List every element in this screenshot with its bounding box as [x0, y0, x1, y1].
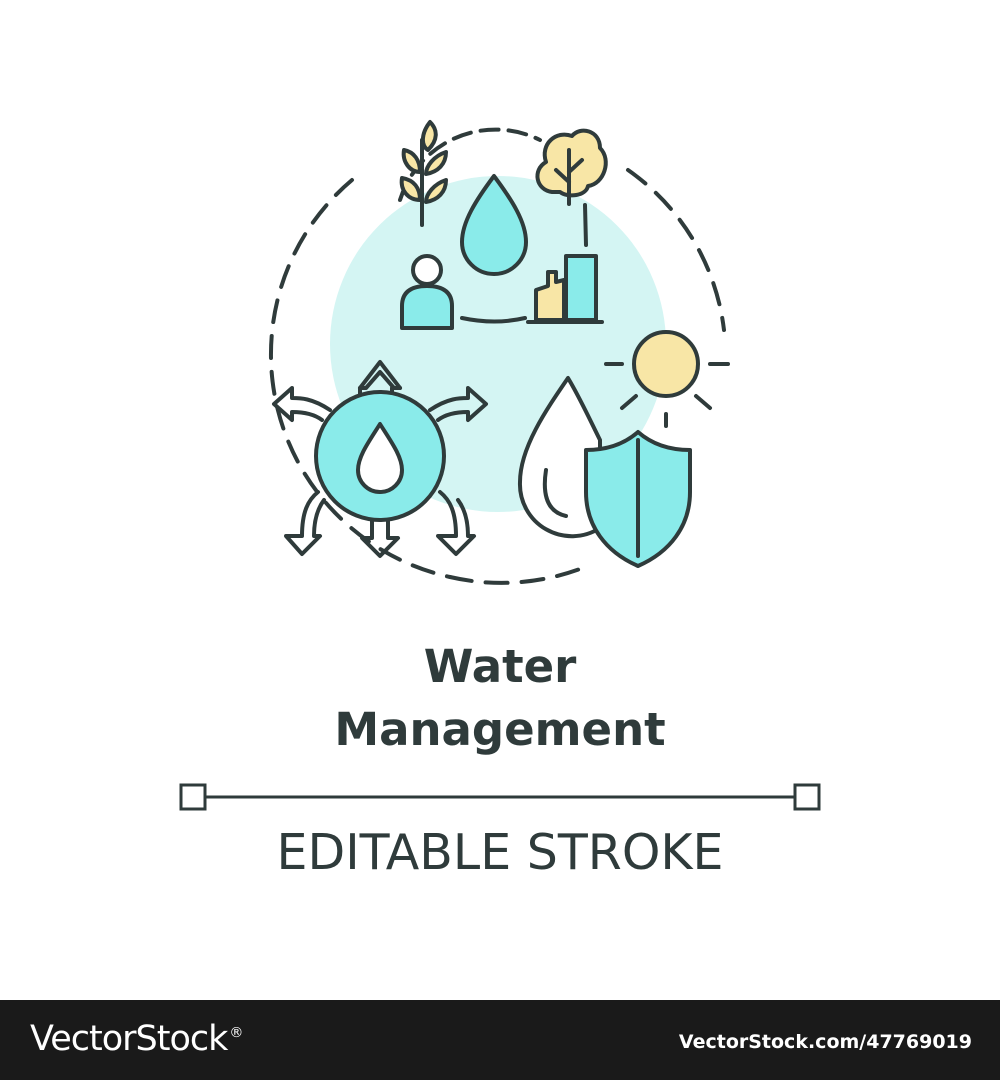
stroke-handle-right — [793, 783, 821, 811]
editable-stroke-label: EDITABLE STROKE — [276, 824, 724, 881]
image-url: VectorStock.com/47769019 — [678, 1031, 972, 1053]
tree-icon — [535, 128, 608, 206]
water-management-illustration — [268, 120, 730, 585]
stroke-handle-left — [179, 783, 207, 811]
title-line-1: Water — [423, 640, 577, 693]
outer-dashed-ring-bottom — [448, 563, 592, 585]
logo-text: VectorStock — [30, 1019, 228, 1059]
title-line-2: Management — [334, 703, 666, 756]
inner-cycle-ring-right — [583, 203, 588, 247]
footer-bar: VectorStock ® VectorStock.com/47769019 — [0, 1000, 1000, 1080]
editable-stroke-rule — [179, 783, 821, 811]
registered-mark: ® — [229, 1025, 243, 1042]
vectorstock-logo: VectorStock ® — [30, 1019, 243, 1059]
